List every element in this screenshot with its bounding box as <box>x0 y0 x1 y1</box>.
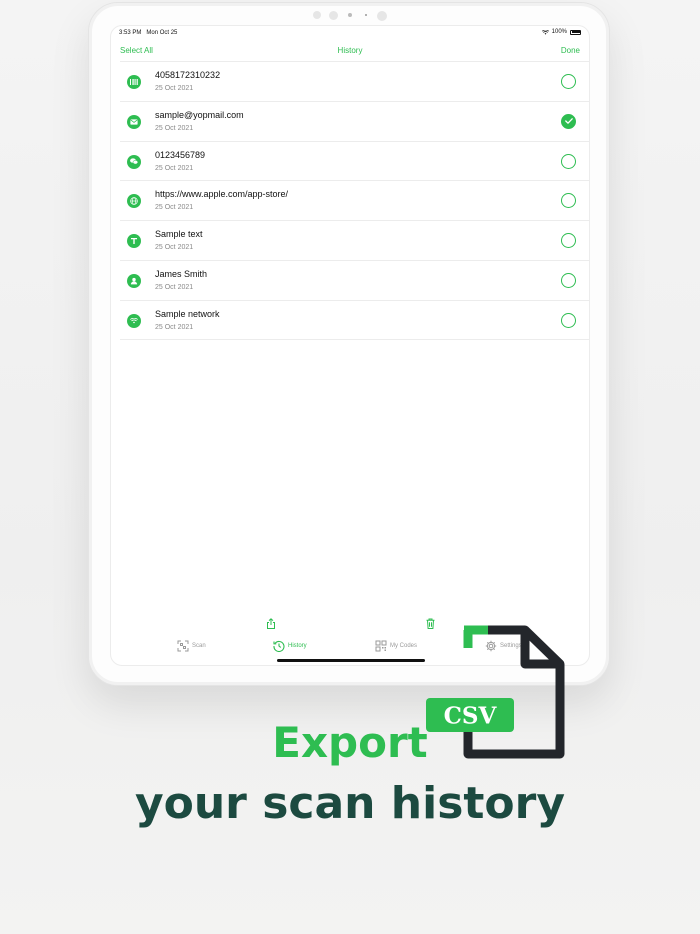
item-date: 25 Oct 2021 <box>155 204 194 212</box>
checkmark-icon <box>564 118 573 125</box>
tab-scan-label: Scan <box>192 643 206 649</box>
scan-icon <box>177 640 189 652</box>
history-row[interactable]: Sample network 25 Oct 2021 <box>120 299 589 340</box>
tab-my-codes-label: My Codes <box>390 643 418 649</box>
item-title: James Smith <box>155 268 208 279</box>
globe-icon <box>127 194 141 209</box>
message-icon <box>127 154 141 169</box>
select-checkbox[interactable] <box>561 272 576 288</box>
wifi-icon <box>127 313 141 328</box>
share-button[interactable] <box>265 617 277 629</box>
item-title: Sample network <box>155 308 220 319</box>
status-time: 3:53 PM Mon Oct 25 <box>119 30 178 36</box>
tablet-frame: 3:53 PM Mon Oct 25 100% Select All Histo… <box>88 2 610 686</box>
tab-scan[interactable]: Scan <box>177 640 206 652</box>
history-row[interactable]: sample@yopmail.com 25 Oct 2021 <box>120 100 589 141</box>
item-date: 25 Oct 2021 <box>155 244 194 252</box>
item-date: 25 Oct 2021 <box>155 323 194 331</box>
select-checkbox[interactable] <box>561 74 576 89</box>
promo-headline: Export <box>272 718 428 767</box>
select-checkbox[interactable] <box>561 312 576 328</box>
item-date: 25 Oct 2021 <box>155 164 194 172</box>
promo-subheadline: your scan history <box>134 778 566 829</box>
tab-history[interactable]: History <box>273 640 307 652</box>
select-all-button[interactable]: Select All <box>120 46 153 55</box>
page-title: History <box>337 46 363 55</box>
item-title: sample@yopmail.com <box>155 109 244 120</box>
email-icon <box>127 114 141 129</box>
item-date: 25 Oct 2021 <box>155 124 194 132</box>
wifi-status-icon <box>541 29 549 35</box>
item-title: 0123456789 <box>155 149 206 160</box>
status-bar: 3:53 PM Mon Oct 25 100% <box>111 26 589 42</box>
done-button[interactable]: Done <box>561 46 580 55</box>
select-checkbox[interactable] <box>561 193 576 209</box>
tab-history-label: History <box>288 643 307 649</box>
item-date: 25 Oct 2021 <box>155 283 194 291</box>
history-row[interactable]: 0123456789 25 Oct 2021 <box>120 140 589 181</box>
barcode-icon <box>127 75 141 89</box>
share-icon <box>267 617 275 629</box>
item-title: 4058172310232 <box>155 70 221 80</box>
select-checkbox-checked[interactable] <box>561 113 576 129</box>
tab-my-codes[interactable]: My Codes <box>375 640 417 652</box>
text-icon <box>127 234 141 249</box>
app-screen: 3:53 PM Mon Oct 25 100% Select All Histo… <box>110 25 590 666</box>
camera-sensors <box>313 11 393 21</box>
history-row[interactable]: 4058172310232 25 Oct 2021 <box>120 61 589 101</box>
history-list: 4058172310232 25 Oct 2021 sample@yopmail… <box>120 61 589 340</box>
home-indicator[interactable] <box>277 659 425 662</box>
history-row[interactable]: James Smith 25 Oct 2021 <box>120 259 589 300</box>
battery-percent: 100% <box>551 29 567 35</box>
history-row[interactable]: Sample text 25 Oct 2021 <box>120 220 589 260</box>
item-title: Sample text <box>155 229 203 240</box>
history-icon <box>273 640 285 652</box>
select-checkbox[interactable] <box>561 233 576 249</box>
history-row[interactable]: https://www.apple.com/app-store/ 25 Oct … <box>120 180 589 220</box>
item-title: https://www.apple.com/app-store/ <box>155 189 289 200</box>
qr-code-icon <box>375 640 387 652</box>
item-date: 25 Oct 2021 <box>155 85 194 92</box>
nav-bar: Select All History Done <box>111 43 589 61</box>
battery-icon <box>570 29 581 35</box>
select-checkbox[interactable] <box>561 153 576 169</box>
contact-icon <box>127 273 141 288</box>
